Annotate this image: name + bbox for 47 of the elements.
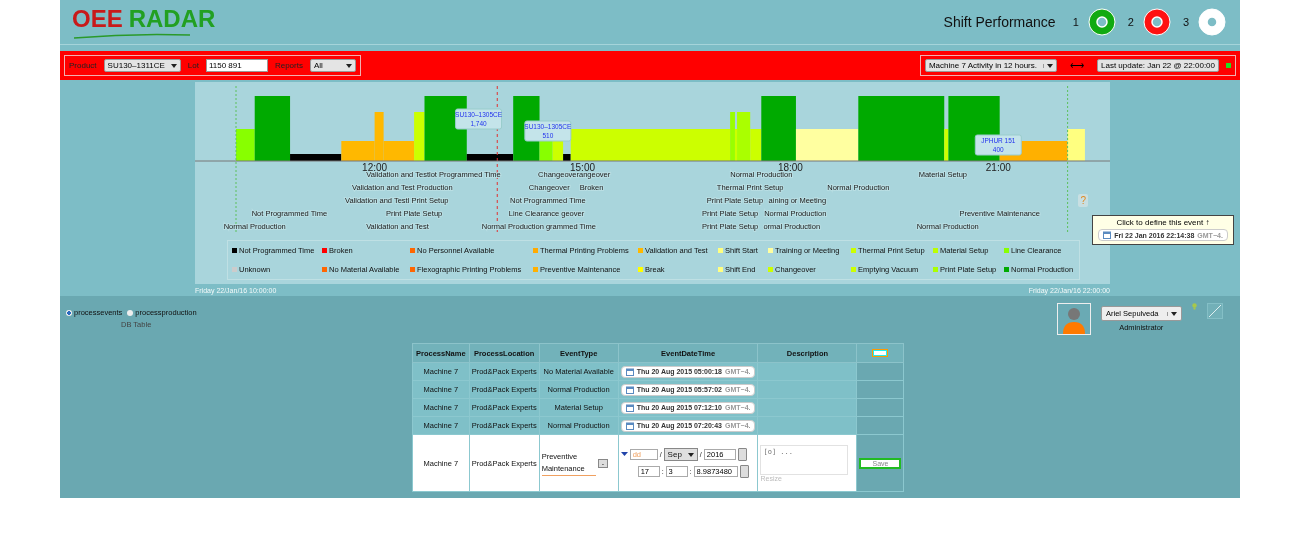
tooltip-text: Click to define this event ↑ bbox=[1116, 218, 1210, 227]
shift-number: 3 bbox=[1182, 16, 1189, 28]
add-row-icon[interactable] bbox=[873, 349, 888, 356]
swap-icon[interactable]: ⟷ bbox=[1070, 60, 1084, 71]
calendar-icon[interactable] bbox=[625, 403, 634, 412]
shift-ring-icon[interactable] bbox=[1087, 8, 1116, 36]
caret-icon[interactable] bbox=[687, 452, 694, 457]
axis-label: 15:00 bbox=[570, 162, 595, 173]
radio-icon[interactable] bbox=[127, 309, 134, 316]
lot-field[interactable]: 1150 891 bbox=[205, 59, 268, 72]
last-update-button[interactable]: Last update: Jan 22 @ 22:00:00 bbox=[1097, 59, 1219, 72]
logo-text: RADAR bbox=[128, 5, 216, 33]
edit-icon[interactable] bbox=[1206, 303, 1223, 319]
logo-text: OEE bbox=[72, 5, 123, 33]
shift-number: 2 bbox=[1127, 16, 1134, 28]
calendar-icon[interactable] bbox=[625, 367, 634, 376]
activity-bar[interactable] bbox=[750, 129, 762, 161]
shift-ring-icon[interactable] bbox=[1142, 8, 1171, 36]
lot-label: Lot bbox=[187, 61, 199, 70]
shift-performance-title: Shift Performance bbox=[943, 14, 1056, 30]
swoosh-icon bbox=[72, 33, 192, 39]
caret-icon[interactable] bbox=[1170, 311, 1177, 316]
month-select[interactable]: Sep bbox=[663, 448, 698, 461]
activity-bar[interactable] bbox=[383, 141, 415, 161]
spinner-button[interactable] bbox=[737, 448, 747, 461]
reports-select[interactable]: All bbox=[309, 59, 356, 72]
axis-label: 21:00 bbox=[985, 162, 1011, 173]
caret-icon[interactable] bbox=[170, 63, 177, 68]
product-select[interactable]: SU130–1311CE bbox=[103, 59, 181, 72]
calendar-icon[interactable] bbox=[625, 385, 634, 394]
caret-icon[interactable] bbox=[1047, 63, 1053, 68]
activity-bar[interactable] bbox=[1067, 129, 1085, 161]
expand-icon[interactable] bbox=[620, 452, 628, 457]
avatar-icon bbox=[1057, 303, 1091, 335]
reports-label: Reports bbox=[274, 61, 303, 70]
shift-ring-icon[interactable] bbox=[1198, 8, 1226, 36]
product-label: Product bbox=[69, 61, 97, 70]
activity-bar[interactable] bbox=[466, 154, 514, 161]
spinner-button[interactable] bbox=[739, 465, 749, 478]
activity-bar[interactable] bbox=[795, 129, 859, 161]
calendar-icon[interactable] bbox=[625, 421, 634, 430]
radio-icon[interactable] bbox=[66, 309, 72, 316]
shift-number: 1 bbox=[1072, 16, 1079, 28]
activity-select[interactable]: Machine 7 Activity in 12 hours. bbox=[924, 59, 1057, 72]
calendar-icon[interactable] bbox=[1103, 231, 1112, 239]
activity-bar[interactable] bbox=[563, 154, 571, 161]
caret-icon[interactable] bbox=[345, 63, 352, 68]
